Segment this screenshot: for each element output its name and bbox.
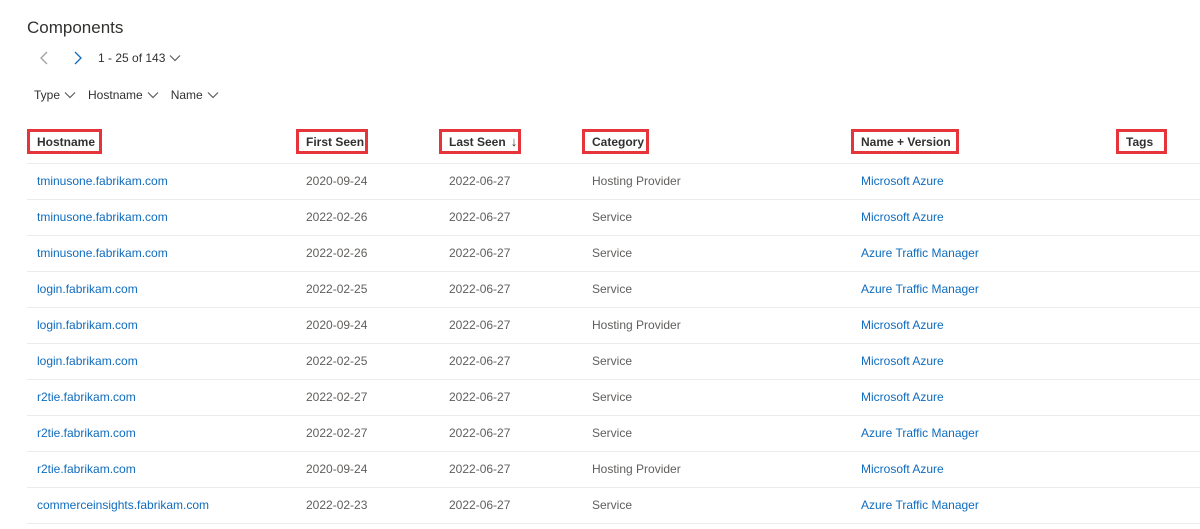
table-row: login.fabrikam.com 2022-02-25 2022-06-27… [27, 344, 1200, 380]
chevron-down-icon[interactable] [169, 54, 181, 62]
last-seen-cell: 2022-06-27 [449, 354, 511, 368]
table-row: tminusone.fabrikam.com 2022-02-26 2022-0… [27, 200, 1200, 236]
hostname-link[interactable]: tminusone.fabrikam.com [37, 164, 168, 199]
column-header-first-seen[interactable]: First Seen [296, 129, 368, 154]
page-title: Components [27, 18, 124, 37]
column-header-tags[interactable]: Tags [1116, 129, 1167, 154]
first-seen-cell: 2022-02-25 [306, 282, 368, 296]
filter-name[interactable]: Name [171, 88, 219, 102]
first-seen-cell: 2022-02-26 [306, 210, 368, 224]
hostname-link[interactable]: r2tie.fabrikam.com [37, 380, 136, 415]
table-row: r2tie.fabrikam.com 2020-09-24 2022-06-27… [27, 452, 1200, 488]
column-header-label: Hostname [37, 134, 96, 149]
column-header-category[interactable]: Category [582, 129, 649, 154]
components-page: Components 1 - 25 of 143 Type Hostname N… [0, 0, 1200, 529]
table-row: commerceinsights.fabrikam.com 2022-02-23… [27, 488, 1200, 524]
table-row: login.fabrikam.com 2020-09-24 2022-06-27… [27, 308, 1200, 344]
category-cell: Service [592, 498, 633, 512]
hostname-link[interactable]: commerceinsights.fabrikam.com [37, 488, 209, 523]
next-page-button[interactable] [68, 48, 88, 68]
chevron-left-icon [40, 51, 48, 65]
hostname-link[interactable]: login.fabrikam.com [37, 272, 138, 307]
previous-page-button[interactable] [34, 48, 54, 68]
category-cell: Service [592, 354, 633, 368]
table-row: tminusone.fabrikam.com 2020-09-24 2022-0… [27, 164, 1200, 200]
last-seen-cell: 2022-06-27 [449, 210, 511, 224]
filter-label: Name [170, 88, 203, 102]
name-version-link[interactable]: Microsoft Azure [861, 164, 944, 199]
components-table: Hostname First Seen Last Seen ↓ Category… [27, 126, 1200, 524]
hostname-link[interactable]: r2tie.fabrikam.com [37, 416, 136, 451]
hostname-link[interactable]: tminusone.fabrikam.com [37, 236, 168, 271]
category-cell: Hosting Provider [592, 174, 681, 188]
name-version-link[interactable]: Azure Traffic Manager [861, 488, 979, 523]
column-header-hostname[interactable]: Hostname [27, 129, 102, 154]
first-seen-cell: 2020-09-24 [306, 174, 368, 188]
last-seen-cell: 2022-06-27 [449, 174, 511, 188]
column-header-label: Category [592, 134, 645, 149]
table-header: Hostname First Seen Last Seen ↓ Category… [27, 126, 1200, 164]
column-header-label: Tags [1126, 134, 1154, 149]
pagination: 1 - 25 of 143 [34, 48, 181, 68]
first-seen-cell: 2020-09-24 [306, 318, 368, 332]
hostname-link[interactable]: r2tie.fabrikam.com [37, 452, 136, 487]
filter-label: Hostname [88, 88, 143, 102]
hostname-link[interactable]: login.fabrikam.com [37, 308, 138, 343]
first-seen-cell: 2020-09-24 [306, 462, 368, 476]
name-version-link[interactable]: Microsoft Azure [861, 452, 944, 487]
chevron-down-icon [64, 92, 76, 99]
page-range-dropdown[interactable]: 1 - 25 of 143 [98, 51, 165, 65]
last-seen-cell: 2022-06-27 [449, 426, 511, 440]
category-cell: Service [592, 426, 633, 440]
name-version-link[interactable]: Azure Traffic Manager [861, 416, 979, 451]
column-header-name-version[interactable]: Name + Version [851, 129, 959, 154]
chevron-down-icon [207, 92, 219, 99]
filter-label: Type [34, 88, 61, 102]
category-cell: Service [592, 390, 633, 404]
first-seen-cell: 2022-02-26 [306, 246, 368, 260]
category-cell: Service [592, 210, 633, 224]
name-version-link[interactable]: Microsoft Azure [861, 200, 944, 235]
column-header-label: Last Seen [449, 134, 506, 149]
hostname-link[interactable]: login.fabrikam.com [37, 344, 138, 379]
first-seen-cell: 2022-02-23 [306, 498, 368, 512]
category-cell: Hosting Provider [592, 318, 681, 332]
category-cell: Service [592, 246, 633, 260]
name-version-link[interactable]: Microsoft Azure [861, 344, 944, 379]
name-version-link[interactable]: Microsoft Azure [861, 308, 944, 343]
table-row: r2tie.fabrikam.com 2022-02-27 2022-06-27… [27, 416, 1200, 452]
table-row: login.fabrikam.com 2022-02-25 2022-06-27… [27, 272, 1200, 308]
table-row: tminusone.fabrikam.com 2022-02-26 2022-0… [27, 236, 1200, 272]
chevron-down-icon [147, 92, 159, 99]
last-seen-cell: 2022-06-27 [449, 282, 511, 296]
category-cell: Service [592, 282, 633, 296]
category-cell: Hosting Provider [592, 462, 681, 476]
filter-bar: Type Hostname Name [34, 86, 231, 104]
first-seen-cell: 2022-02-25 [306, 354, 368, 368]
column-header-label: First Seen [306, 134, 365, 149]
column-header-last-seen[interactable]: Last Seen ↓ [439, 129, 521, 154]
chevron-right-icon [74, 51, 82, 65]
hostname-link[interactable]: tminusone.fabrikam.com [37, 200, 168, 235]
last-seen-cell: 2022-06-27 [449, 498, 511, 512]
first-seen-cell: 2022-02-27 [306, 390, 368, 404]
filter-type[interactable]: Type [34, 88, 76, 102]
last-seen-cell: 2022-06-27 [449, 390, 511, 404]
name-version-link[interactable]: Microsoft Azure [861, 380, 944, 415]
column-header-label: Name + Version [861, 134, 951, 149]
last-seen-cell: 2022-06-27 [449, 246, 511, 260]
sort-descending-icon: ↓ [510, 134, 518, 149]
filter-hostname[interactable]: Hostname [88, 88, 159, 102]
table-row: r2tie.fabrikam.com 2022-02-27 2022-06-27… [27, 380, 1200, 416]
last-seen-cell: 2022-06-27 [449, 462, 511, 476]
last-seen-cell: 2022-06-27 [449, 318, 511, 332]
first-seen-cell: 2022-02-27 [306, 426, 368, 440]
name-version-link[interactable]: Azure Traffic Manager [861, 272, 979, 307]
name-version-link[interactable]: Azure Traffic Manager [861, 236, 979, 271]
